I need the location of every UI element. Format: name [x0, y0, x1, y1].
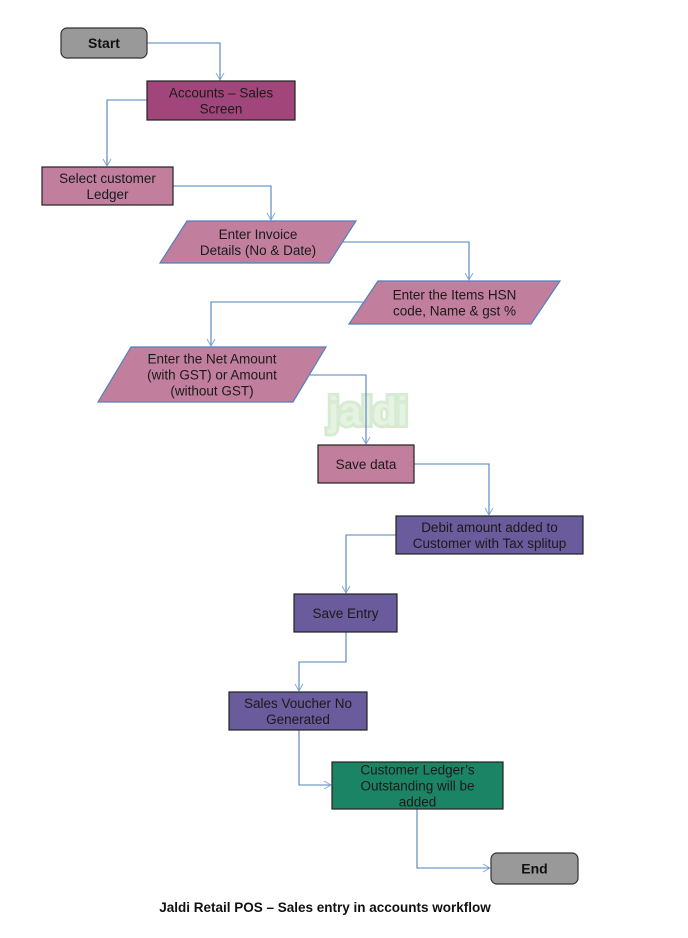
- node-label: Accounts – Sales: [169, 86, 274, 101]
- node-label: Save Entry: [312, 606, 378, 621]
- node-label: End: [521, 861, 547, 877]
- node-label: code, Name & gst %: [393, 304, 516, 319]
- connector-invoice-to-items: [343, 241, 474, 282]
- node-label: Debit amount added to: [421, 520, 558, 535]
- node-label: Customer with Tax splitup: [413, 536, 567, 551]
- node-label: Sales Voucher No: [244, 696, 352, 711]
- node-net-amount: Enter the Net Amount(with GST) or Amount…: [96, 346, 328, 403]
- jaldi-watermark: jaldi: [327, 390, 408, 434]
- connector-accounts-to-select-ledger: [102, 99, 147, 168]
- node-label: Screen: [200, 102, 243, 117]
- node-label: Details (No & Date): [200, 243, 316, 258]
- node-label: Outstanding will be: [360, 779, 474, 794]
- connector-start-to-accounts: [147, 42, 225, 82]
- connector-debit-to-save-entry: [341, 534, 396, 595]
- node-debit: Debit amount added toCustomer with Tax s…: [395, 515, 584, 555]
- node-select-ledger: Select customerLedger: [41, 166, 174, 206]
- node-start: Start: [60, 27, 148, 59]
- node-voucher: Sales Voucher NoGenerated: [228, 691, 368, 731]
- connector-select-ledger-to-invoice: [173, 185, 276, 222]
- connector-save-data-to-debit: [414, 463, 494, 517]
- node-label: Start: [88, 35, 120, 51]
- flowchart: jaldi Start Accounts – SalesScreen Select …: [41, 27, 584, 885]
- node-label: (with GST) or Amount: [147, 368, 277, 383]
- node-label: Generated: [266, 712, 330, 727]
- connector-items-to-net-amount: [206, 301, 363, 348]
- node-label: Select customer: [59, 171, 156, 186]
- node-label: Enter the Net Amount: [147, 352, 276, 367]
- node-outstanding: Customer Ledger’sOutstanding will beadde…: [331, 761, 504, 810]
- connector-outstanding-to-end: [416, 809, 492, 873]
- node-items: Enter the Items HSNcode, Name & gst %: [347, 280, 562, 325]
- node-label: Enter Invoice: [219, 227, 298, 242]
- node-label: Customer Ledger’s: [360, 763, 475, 778]
- node-invoice: Enter InvoiceDetails (No & Date): [158, 220, 358, 264]
- node-label: (without GST): [170, 384, 253, 399]
- connector-voucher-to-outstanding: [298, 730, 333, 790]
- node-label: Ledger: [86, 187, 129, 202]
- node-end: End: [490, 852, 579, 885]
- node-save-data: Save data: [317, 444, 415, 484]
- node-save-entry: Save Entry: [293, 593, 398, 633]
- node-label: Save data: [336, 457, 397, 472]
- node-label: Enter the Items HSN: [393, 288, 517, 303]
- node-label: added: [399, 795, 437, 810]
- connector-save-entry-to-voucher: [294, 632, 347, 693]
- node-accounts: Accounts – SalesScreen: [146, 80, 296, 121]
- diagram-caption: Jaldi Retail POS – Sales entry in accoun…: [159, 900, 491, 915]
